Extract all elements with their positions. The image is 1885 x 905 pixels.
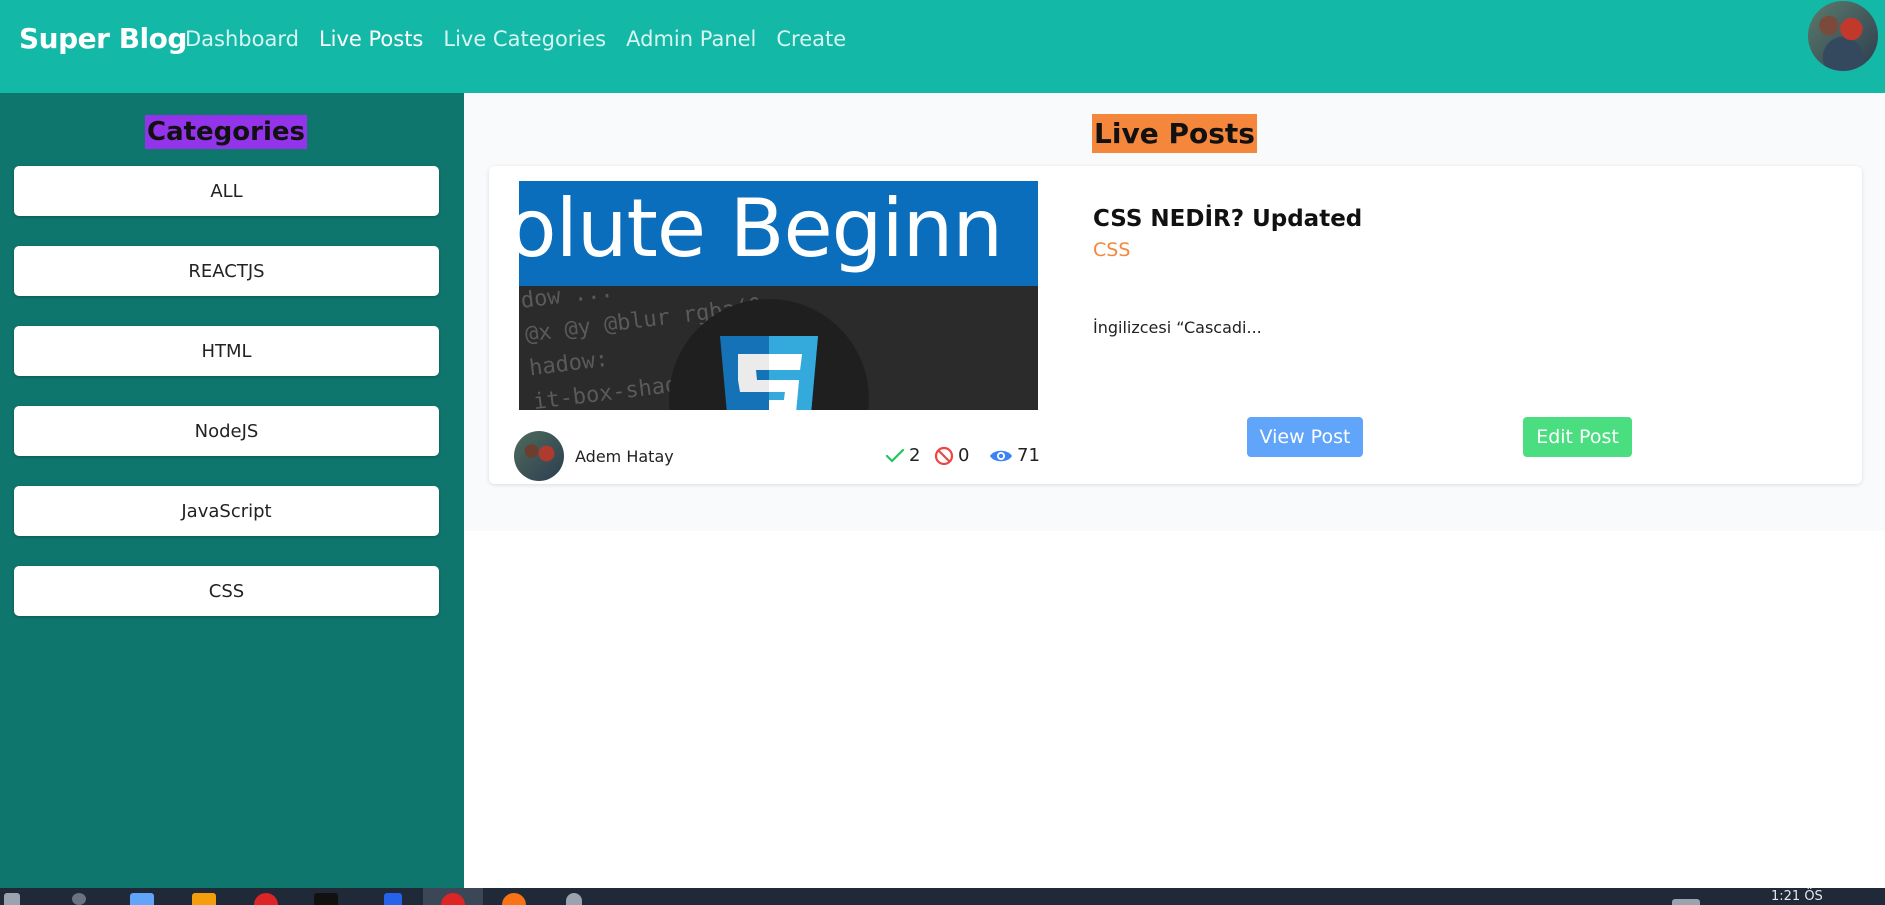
- user-avatar[interactable]: [1808, 1, 1878, 71]
- nav-links: Dashboard Live Posts Live Categories Adm…: [185, 27, 866, 51]
- post-thumbnail[interactable]: solute Beginn dow ... @x @y @blur rgba(0…: [519, 181, 1038, 410]
- categories-title: Categories: [144, 115, 307, 149]
- post-category[interactable]: CSS: [1093, 239, 1130, 261]
- views-count: 71: [1017, 445, 1040, 466]
- app-gray-icon[interactable]: [566, 893, 582, 905]
- approved-count: 2: [909, 445, 921, 466]
- rejected-count: 0: [958, 445, 970, 466]
- vscode-icon[interactable]: [384, 893, 402, 905]
- author-name[interactable]: Adem Hatay: [575, 447, 674, 466]
- view-post-button[interactable]: View Post: [1247, 417, 1363, 457]
- category-button-reactjs[interactable]: REACTJS: [14, 246, 439, 296]
- edit-post-button[interactable]: Edit Post: [1523, 417, 1632, 457]
- category-button-nodejs[interactable]: NodeJS: [14, 406, 439, 456]
- nav-link-live-posts[interactable]: Live Posts: [319, 27, 423, 51]
- category-button-html[interactable]: HTML: [14, 326, 439, 376]
- nav-link-live-categories[interactable]: Live Categories: [443, 27, 606, 51]
- start-menu-icon[interactable]: [4, 893, 20, 905]
- top-navbar: Super Blog Dashboard Live Posts Live Cat…: [0, 0, 1885, 93]
- ban-icon: [934, 446, 954, 465]
- nav-link-dashboard[interactable]: Dashboard: [185, 27, 299, 51]
- category-button-css[interactable]: CSS: [14, 566, 439, 616]
- app-dark-icon[interactable]: [314, 893, 338, 905]
- app-red-icon[interactable]: [254, 893, 278, 905]
- page-title: Live Posts: [1092, 114, 1257, 153]
- author-avatar[interactable]: [514, 431, 564, 481]
- post-title[interactable]: CSS NEDİR? Updated: [1093, 206, 1362, 232]
- rejected-stat: 0: [934, 445, 969, 466]
- views-stat: 71: [989, 445, 1040, 466]
- post-excerpt: İngilizcesi “Cascadi...: [1093, 318, 1262, 337]
- nav-link-create[interactable]: Create: [776, 27, 846, 51]
- category-button-javascript[interactable]: JavaScript: [14, 486, 439, 536]
- app-orange-icon[interactable]: [502, 893, 526, 905]
- main-content: Live Posts solute Beginn dow ... @x @y @…: [464, 93, 1885, 531]
- tray-icon[interactable]: [1672, 899, 1700, 905]
- category-button-all[interactable]: ALL: [14, 166, 439, 216]
- css3-logo-icon: [720, 336, 818, 410]
- nav-link-admin-panel[interactable]: Admin Panel: [626, 27, 756, 51]
- categories-sidebar: Categories ALL REACTJS HTML NodeJS JavaS…: [0, 93, 464, 888]
- folder-icon[interactable]: [192, 893, 216, 905]
- brand-logo[interactable]: Super Blog: [19, 22, 187, 55]
- os-taskbar: 1:21 ÖS: [0, 888, 1885, 905]
- eye-icon: [990, 450, 1012, 461]
- taskbar-clock[interactable]: 1:21 ÖS: [1771, 889, 1823, 904]
- post-card: solute Beginn dow ... @x @y @blur rgba(0…: [489, 166, 1862, 484]
- mail-icon[interactable]: [130, 893, 154, 905]
- search-icon[interactable]: [72, 893, 86, 905]
- approved-stat: 2: [885, 445, 920, 466]
- check-icon: [885, 448, 905, 463]
